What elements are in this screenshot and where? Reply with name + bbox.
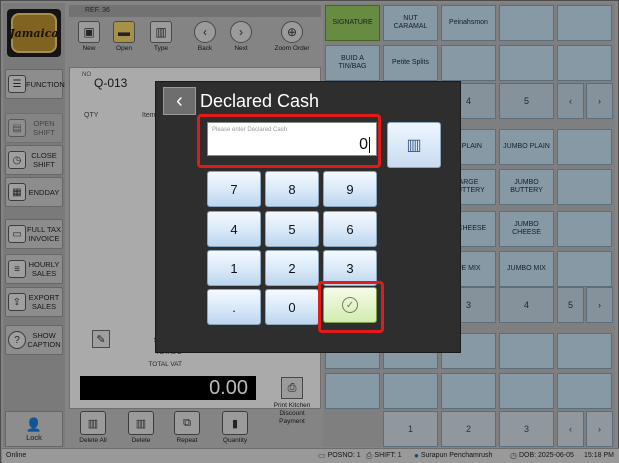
text-caret: [369, 137, 370, 153]
input-placeholder: Please enter Declared Cash: [212, 127, 288, 133]
confirm-button[interactable]: ✓: [323, 287, 377, 323]
key-4[interactable]: 4: [207, 211, 261, 247]
key-8[interactable]: 8: [265, 171, 319, 207]
declared-cash-input[interactable]: Please enter Declared Cash 0: [207, 122, 377, 156]
trash-icon: ▥: [406, 137, 422, 154]
key-6[interactable]: 6: [323, 211, 377, 247]
check-circle-icon: ✓: [342, 297, 358, 313]
declared-cash-dialog: ‹ Declared Cash Please enter Declared Ca…: [155, 81, 461, 353]
input-value: 0: [359, 136, 368, 153]
key-decimal[interactable]: .: [207, 289, 261, 325]
key-5[interactable]: 5: [265, 211, 319, 247]
dialog-title: Declared Cash: [200, 91, 320, 111]
key-0[interactable]: 0: [265, 289, 319, 325]
dialog-back-button[interactable]: ‹: [163, 87, 196, 115]
key-7[interactable]: 7: [207, 171, 261, 207]
key-2[interactable]: 2: [265, 250, 319, 286]
chevron-left-icon: ‹: [176, 89, 183, 112]
key-9[interactable]: 9: [323, 171, 377, 207]
clear-input-button[interactable]: ▥: [387, 122, 441, 168]
key-1[interactable]: 1: [207, 250, 261, 286]
